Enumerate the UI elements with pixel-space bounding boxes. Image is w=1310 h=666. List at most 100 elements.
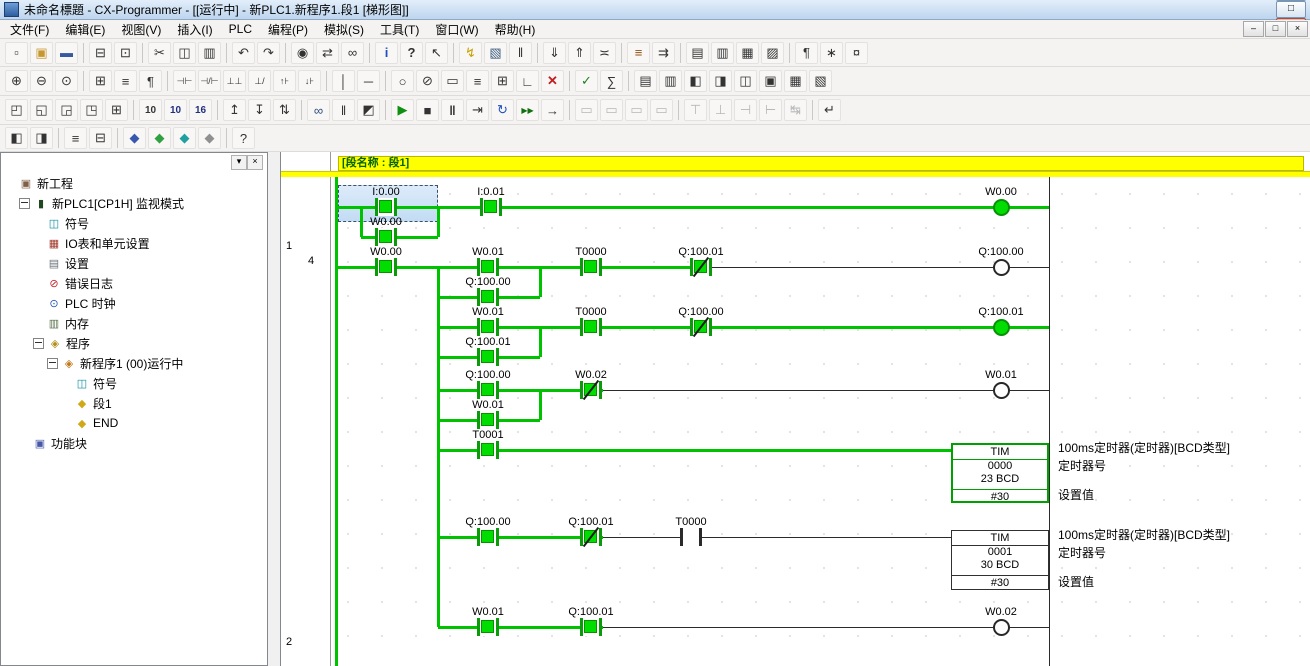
panel-splitter[interactable] xyxy=(268,152,280,666)
pause-icon[interactable]: ‖ xyxy=(441,99,464,121)
contact-q-100-00[interactable] xyxy=(477,528,499,546)
tree-item-program1-symbols[interactable]: ◫符号 xyxy=(1,373,267,393)
new-instruction-icon[interactable]: ≡ xyxy=(466,70,489,92)
view-four-icon[interactable]: ◳ xyxy=(80,99,103,121)
paste-icon[interactable]: ▥ xyxy=(198,42,221,64)
show-io-comment-icon[interactable]: ▣ xyxy=(759,70,782,92)
contact-q-100-00-nc[interactable] xyxy=(690,318,712,336)
contact-q-100-00[interactable] xyxy=(477,381,499,399)
return-jump-icon[interactable]: ↵ xyxy=(818,99,841,121)
symbol-auto-icon[interactable]: ◆ xyxy=(173,127,196,149)
run-icon[interactable]: ▶ xyxy=(391,99,414,121)
show-output-icon[interactable]: ▤ xyxy=(634,70,657,92)
force-off-icon[interactable]: ⊥ xyxy=(709,99,732,121)
instruction-box-icon[interactable]: ▭ xyxy=(441,70,464,92)
tree-item-io-table[interactable]: ▦IO表和单元设置 xyxy=(1,233,267,253)
coil-w0-01[interactable] xyxy=(993,382,1010,399)
show-symbols-icon[interactable]: ◫ xyxy=(734,70,757,92)
scan-run-icon[interactable]: ↻ xyxy=(491,99,514,121)
new-contact-icon[interactable]: ⊣⊢ xyxy=(173,70,196,92)
coil-q-100-00[interactable] xyxy=(993,259,1010,276)
monitoring-icon[interactable]: ∞ xyxy=(307,99,330,121)
options-icon[interactable]: ∗ xyxy=(820,42,843,64)
horizontal-line-icon[interactable]: ─ xyxy=(357,70,380,92)
clear-breakpoint-icon[interactable]: ▭ xyxy=(600,99,623,121)
symbol-other-icon[interactable]: ◆ xyxy=(198,127,221,149)
expander-icon[interactable] xyxy=(33,338,44,349)
tree-item-program1[interactable]: ◈新程序1 (00)运行中 xyxy=(1,353,267,373)
contact-t0001[interactable] xyxy=(477,441,499,459)
pause-monitor-icon[interactable]: ‖ xyxy=(509,42,532,64)
menu-f[interactable]: 文件(F) xyxy=(2,19,57,40)
expander-icon[interactable] xyxy=(47,358,58,369)
show-properties-icon[interactable]: ▧ xyxy=(809,70,832,92)
show-palette-icon[interactable]: ▦ xyxy=(784,70,807,92)
contact-t0000[interactable] xyxy=(580,258,602,276)
info-icon[interactable]: i xyxy=(375,42,398,64)
zoom-16-icon[interactable]: 16 xyxy=(189,99,212,121)
tree-item-symbols[interactable]: ◫符号 xyxy=(1,213,267,233)
coil-w0-00[interactable] xyxy=(993,199,1010,216)
force-cancel-icon[interactable]: ⊣ xyxy=(734,99,757,121)
contact-w0-01[interactable] xyxy=(477,618,499,636)
customize-icon[interactable]: ¤ xyxy=(845,42,868,64)
monitor-window-icon[interactable]: ▤ xyxy=(686,42,709,64)
menu-e[interactable]: 编辑(E) xyxy=(57,19,113,40)
monitor-mode-icon[interactable]: ▧ xyxy=(484,42,507,64)
contact-w0-01[interactable] xyxy=(477,258,499,276)
view-grid-icon[interactable]: ⊞ xyxy=(105,99,128,121)
contact-w0-00[interactable] xyxy=(375,258,397,276)
cross-reference-icon[interactable]: ▨ xyxy=(761,42,784,64)
menu-p[interactable]: 编程(P) xyxy=(260,19,316,40)
contact-i-0-01[interactable] xyxy=(480,198,502,216)
mdi-restore-button[interactable]: □ xyxy=(1265,21,1286,37)
work-online-icon[interactable]: ↯ xyxy=(459,42,482,64)
show-watch-icon[interactable]: ▥ xyxy=(659,70,682,92)
view-three-icon[interactable]: ◲ xyxy=(55,99,78,121)
tree-item-programs[interactable]: ◈程序 xyxy=(1,333,267,353)
menu-plc[interactable]: PLC xyxy=(221,20,260,38)
menu-t[interactable]: 工具(T) xyxy=(372,19,427,40)
coil-q-100-01[interactable] xyxy=(993,319,1010,336)
maximize-button[interactable]: □ xyxy=(1276,1,1306,18)
watch-window-icon[interactable]: ▥ xyxy=(711,42,734,64)
find-icon[interactable]: ◉ xyxy=(291,42,314,64)
show-monitor-icon[interactable]: ◨ xyxy=(709,70,732,92)
menu-i[interactable]: 插入(I) xyxy=(169,19,220,40)
contact-q-100-01[interactable] xyxy=(477,348,499,366)
auto-hide-button[interactable]: ▾ xyxy=(231,155,247,170)
zoom-10-icon[interactable]: 10 xyxy=(139,99,162,121)
menu-s[interactable]: 模拟(S) xyxy=(316,19,372,40)
vertical-line-icon[interactable]: │ xyxy=(332,70,355,92)
transfer-from-plc-icon[interactable]: ⇑ xyxy=(568,42,591,64)
tree-item-memory[interactable]: ▥内存 xyxy=(1,313,267,333)
sort-rungs-icon[interactable]: ⇅ xyxy=(273,99,296,121)
or-contact-nc-icon[interactable]: ⊥/ xyxy=(248,70,271,92)
contact-w0-01[interactable] xyxy=(477,411,499,429)
menu-w[interactable]: 窗口(W) xyxy=(427,19,486,40)
symbol-global-icon[interactable]: ◆ xyxy=(123,127,146,149)
new-contact-nc-icon[interactable]: ⊣/⊢ xyxy=(198,70,221,92)
tim-0001-block[interactable]: TIM000130 BCD#30 xyxy=(951,530,1049,590)
contact-w0-00[interactable] xyxy=(375,228,397,246)
grid-toggle-icon[interactable]: ⊞ xyxy=(89,70,112,92)
transfer-to-plc-icon[interactable]: ⇓ xyxy=(543,42,566,64)
zoom-10-alt-icon[interactable]: 10 xyxy=(164,99,187,121)
view-normal-icon[interactable]: ◰ xyxy=(5,99,28,121)
open-project-icon[interactable]: ▣ xyxy=(30,42,53,64)
wrap-rung-icon[interactable]: ¶ xyxy=(139,70,162,92)
pause-monitoring-icon[interactable]: ‖ xyxy=(332,99,355,121)
new-project-icon[interactable]: ▫ xyxy=(5,42,28,64)
expander-icon[interactable] xyxy=(19,198,30,209)
differential-monitor-icon[interactable]: ↹ xyxy=(784,99,807,121)
ladder-editor[interactable]: 142 [段名称 : 段1] TIM000023 BCD#30TIM000130… xyxy=(280,152,1310,666)
stop-icon[interactable]: ■ xyxy=(416,99,439,121)
transfer-options-icon[interactable]: ⇉ xyxy=(652,42,675,64)
set-breakpoint-icon[interactable]: ▭ xyxy=(575,99,598,121)
help-mini-icon[interactable]: ? xyxy=(232,127,255,149)
new-coil-nc-icon[interactable]: ⊘ xyxy=(416,70,439,92)
diff-up-contact-icon[interactable]: ↑⊦ xyxy=(273,70,296,92)
or-contact-icon[interactable]: ⊥⊥ xyxy=(223,70,246,92)
rung-comment-icon[interactable]: ≡ xyxy=(114,70,137,92)
mdi-close-button[interactable]: × xyxy=(1287,21,1308,37)
